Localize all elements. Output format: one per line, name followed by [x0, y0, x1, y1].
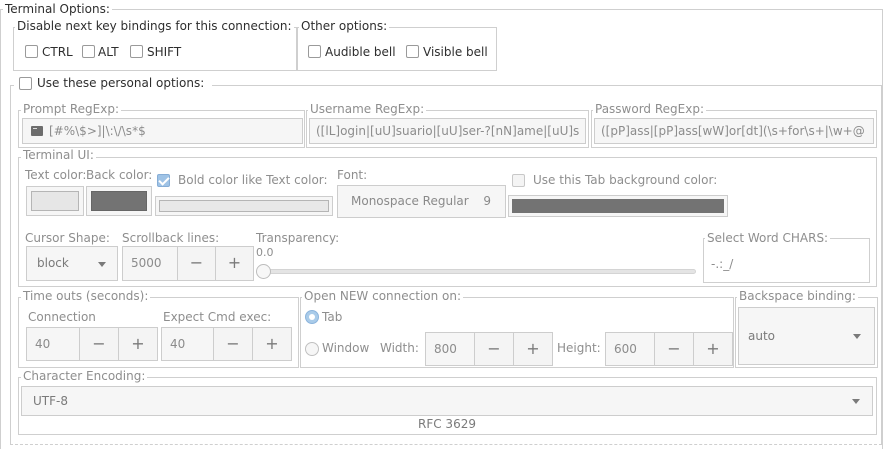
ctrl-checkbox[interactable]	[25, 45, 38, 58]
username-regexp-label: Username RegExp:	[308, 102, 427, 116]
connection-timeout-input[interactable]: 40	[26, 327, 80, 361]
audible-bell-label: Audible bell	[325, 45, 396, 59]
open-window-label: Window	[322, 341, 370, 355]
connection-timeout-decrease-button[interactable]: −	[79, 327, 119, 361]
expect-timeout-label: Expect Cmd exec:	[163, 310, 272, 324]
height-decrease-button[interactable]: −	[654, 332, 694, 366]
prompt-regexp-value: [#%\$>]|\:\/\s*$	[49, 124, 146, 138]
open-tab-radio[interactable]	[305, 310, 319, 324]
use-personal-label: Use these personal options:	[37, 76, 205, 90]
terminal-options-title: Terminal Options:	[3, 2, 112, 16]
cursor-shape-value: block	[37, 256, 69, 270]
tab-bg-checkbox[interactable]	[512, 174, 525, 187]
text-color-button[interactable]	[26, 186, 84, 216]
prompt-regexp-label: Prompt RegExp:	[21, 102, 122, 116]
use-personal-checkbox[interactable]	[19, 77, 32, 90]
encoding-description: RFC 3629	[418, 417, 476, 431]
font-button[interactable]: Monospace Regular 9	[337, 185, 506, 218]
width-increase-button[interactable]: +	[513, 332, 553, 366]
font-label: Font:	[337, 168, 368, 182]
open-window-radio[interactable]	[305, 342, 319, 356]
width-input[interactable]: 800	[425, 332, 475, 366]
font-size: 9	[483, 194, 491, 208]
tab-bg-color-button[interactable]	[508, 195, 728, 217]
visible-bell-label: Visible bell	[423, 45, 488, 59]
encoding-value: UTF-8	[33, 394, 68, 408]
transparency-value: 0.0	[256, 246, 274, 259]
username-regexp-input[interactable]: ([lL]ogin|[uU]suario|[uU]ser-?[nN]ame|[u…	[309, 118, 586, 144]
connection-timeout-label: Connection	[28, 310, 96, 324]
back-color-label: Back color:	[86, 168, 153, 182]
encoding-select[interactable]: UTF-8	[21, 386, 873, 416]
scrollback-input[interactable]: 5000	[122, 246, 178, 281]
password-regexp-label: Password RegExp:	[593, 102, 707, 116]
visible-bell-checkbox[interactable]	[406, 45, 419, 58]
transparency-slider-track[interactable]	[262, 269, 696, 274]
backspace-chevron-down-icon	[853, 334, 861, 339]
connection-timeout-increase-button[interactable]: +	[118, 327, 158, 361]
back-color-swatch	[91, 191, 147, 211]
ctrl-label: CTRL	[42, 45, 73, 59]
bold-color-swatch	[159, 200, 329, 212]
expect-timeout-decrease-button[interactable]: −	[213, 327, 253, 361]
select-word-input[interactable]: -.:_/	[706, 250, 867, 280]
audible-bell-checkbox[interactable]	[308, 45, 321, 58]
backspace-title: Backspace binding:	[737, 289, 858, 303]
height-label: Height:	[557, 341, 601, 355]
terminal-ui-title: Terminal UI:	[21, 148, 96, 162]
shift-label: SHIFT	[147, 45, 182, 59]
back-color-button[interactable]	[86, 186, 152, 216]
bold-color-button[interactable]	[155, 196, 333, 216]
cursor-shape-label: Cursor Shape:	[25, 231, 110, 245]
open-new-title: Open NEW connection on:	[302, 289, 464, 303]
scrollback-increase-button[interactable]: +	[215, 246, 254, 281]
height-input[interactable]: 600	[605, 332, 655, 366]
disable-bindings-title: Disable next key bindings for this conne…	[15, 19, 294, 33]
encoding-title: Character Encoding:	[21, 369, 148, 383]
backspace-value: auto	[748, 329, 776, 343]
timeouts-title: Time outs (seconds):	[21, 289, 151, 303]
other-options-title: Other options:	[299, 19, 390, 33]
text-color-swatch	[31, 191, 79, 211]
bold-like-text-checkbox[interactable]	[157, 174, 170, 187]
encoding-chevron-down-icon	[852, 399, 860, 404]
transparency-label: Transparency:	[256, 231, 340, 245]
scrollback-decrease-button[interactable]: −	[177, 246, 216, 281]
expect-timeout-increase-button[interactable]: +	[252, 327, 292, 361]
width-label: Width:	[380, 341, 419, 355]
text-color-label: Text color:	[25, 168, 87, 182]
width-decrease-button[interactable]: −	[474, 332, 514, 366]
height-increase-button[interactable]: +	[693, 332, 733, 366]
scrollback-label: Scrollback lines:	[122, 231, 220, 245]
open-tab-label: Tab	[322, 310, 343, 324]
shift-checkbox[interactable]	[130, 45, 143, 58]
tab-bg-color-swatch	[512, 199, 724, 213]
prompt-regexp-input[interactable]: [#%\$>]|\:\/\s*$	[22, 118, 303, 144]
transparency-slider-handle[interactable]	[256, 264, 271, 279]
password-regexp-input[interactable]: ([pP]ass|[pP]ass[wW]or[dt](\s+for\s+|\w+…	[594, 118, 874, 144]
terminal-icon	[31, 126, 43, 136]
expect-timeout-input[interactable]: 40	[161, 327, 215, 361]
alt-label: ALT	[98, 45, 119, 59]
bold-like-text-label: Bold color like Text color:	[178, 173, 328, 187]
font-name: Monospace Regular	[351, 194, 469, 208]
tab-bg-label: Use this Tab background color:	[533, 173, 718, 187]
alt-checkbox[interactable]	[82, 45, 95, 58]
chevron-down-icon	[98, 262, 106, 267]
select-word-label: Select Word CHARS:	[705, 231, 831, 245]
